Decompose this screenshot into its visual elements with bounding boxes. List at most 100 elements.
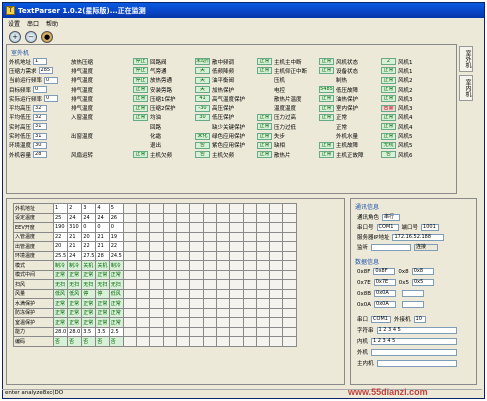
grid-cell[interactable]: 1 [52, 203, 69, 214]
grid-cell-empty[interactable] [162, 222, 178, 233]
grid-cell-empty[interactable] [282, 212, 297, 223]
grid-cell-empty[interactable] [122, 326, 138, 337]
grid-cell-empty[interactable] [269, 250, 284, 261]
grid-cell-empty[interactable] [122, 250, 138, 261]
grid-cell-empty[interactable] [242, 212, 257, 223]
grid-cell-empty[interactable] [202, 279, 217, 290]
grid-cell[interactable]: 正常 [95, 317, 110, 328]
param-value[interactable]: 285 [38, 67, 53, 75]
grid-cell-empty[interactable] [202, 288, 217, 299]
grid-cell-empty[interactable] [269, 269, 284, 280]
grid-cell[interactable]: 2.5 [108, 326, 124, 337]
grid-cell[interactable]: 25.5 [52, 250, 69, 261]
server-field[interactable]: 172.16.52.188 [392, 233, 445, 241]
param-value[interactable]: 31 [33, 123, 48, 131]
grid-cell[interactable]: 24 [67, 212, 83, 223]
grid-cell-empty[interactable] [229, 212, 244, 223]
grid-cell[interactable]: 正常 [95, 307, 110, 318]
grid-cell[interactable]: 无扫 [67, 279, 83, 290]
param-value[interactable]: 32 [33, 113, 48, 121]
grid-cell-empty[interactable] [269, 222, 284, 233]
grid-cell-empty[interactable] [242, 336, 257, 347]
grid-cell-empty[interactable] [242, 317, 257, 328]
grid-cell[interactable]: 正常 [67, 298, 83, 309]
grid-cell-empty[interactable] [176, 250, 191, 261]
grid-cell-empty[interactable] [122, 222, 138, 233]
grid-cell-empty[interactable] [122, 260, 138, 271]
grid-cell-empty[interactable] [215, 317, 231, 328]
grid-cell-empty[interactable] [189, 317, 204, 328]
grid-cell-empty[interactable] [242, 298, 257, 309]
grid-cell-empty[interactable] [269, 317, 284, 328]
grid-cell[interactable]: 0 [95, 222, 110, 233]
grid-cell-empty[interactable] [162, 279, 178, 290]
grid-cell-empty[interactable] [269, 231, 284, 242]
grid-cell[interactable]: 27.5 [81, 250, 97, 261]
register-field[interactable]: 0x7E [373, 279, 396, 286]
grid-cell-empty[interactable] [162, 250, 178, 261]
grid-cell[interactable]: 24 [81, 212, 97, 223]
zoom-in-icon[interactable]: + [9, 31, 21, 43]
grid-cell-empty[interactable] [282, 326, 297, 337]
grid-cell-empty[interactable] [136, 231, 151, 242]
grid-cell[interactable]: 21 [95, 231, 110, 242]
grid-cell[interactable]: 正常 [108, 307, 124, 318]
grid-cell[interactable]: 0 [81, 222, 97, 233]
grid-cell-empty[interactable] [149, 269, 164, 280]
register-field[interactable]: 0x5 [412, 279, 434, 286]
grid-cell-empty[interactable] [149, 317, 164, 328]
connect-button[interactable]: 连接 [414, 243, 439, 251]
grid-cell[interactable]: 22 [81, 241, 97, 252]
grid-cell[interactable]: 关机 [81, 260, 97, 271]
grid-cell[interactable]: 0 [108, 222, 124, 233]
grid-cell[interactable]: 否 [81, 336, 97, 347]
grid-cell-empty[interactable] [189, 326, 204, 337]
grid-cell-empty[interactable] [215, 260, 231, 271]
grid-cell-empty[interactable] [189, 336, 204, 347]
grid-cell-empty[interactable] [162, 260, 178, 271]
grid-cell-empty[interactable] [176, 269, 191, 280]
grid-cell-empty[interactable] [122, 212, 138, 223]
grid-cell-empty[interactable] [176, 326, 191, 337]
register-field[interactable] [402, 301, 425, 308]
grid-cell-empty[interactable] [215, 241, 231, 252]
grid-cell-empty[interactable] [269, 260, 284, 271]
register-field[interactable] [402, 290, 425, 297]
grid-cell-empty[interactable] [269, 288, 284, 299]
grid-cell-empty[interactable] [162, 317, 178, 328]
grid-cell[interactable]: 无扫 [81, 279, 97, 290]
port-no-field[interactable]: 1001 [421, 223, 440, 231]
grid-cell[interactable]: 正常 [95, 269, 110, 280]
grid-cell-empty[interactable] [136, 260, 151, 271]
grid-cell[interactable]: 正常 [52, 298, 69, 309]
grid-cell-empty[interactable] [149, 307, 164, 318]
grid-cell-empty[interactable] [215, 222, 231, 233]
grid-cell[interactable]: 正常 [67, 307, 83, 318]
grid-cell[interactable]: 停 [81, 288, 97, 299]
grid-cell-empty[interactable] [229, 317, 244, 328]
grid-cell-empty[interactable] [122, 231, 138, 242]
grid-cell-empty[interactable] [255, 288, 271, 299]
grid-cell[interactable]: 制冷 [67, 260, 83, 271]
grid-cell[interactable]: 否 [67, 336, 83, 347]
bytes-field[interactable]: 1 2 3 4 5 [376, 326, 457, 334]
grid-cell[interactable]: 停 [95, 288, 110, 299]
grid-cell-empty[interactable] [176, 317, 191, 328]
grid-cell-empty[interactable] [149, 288, 164, 299]
baud-field[interactable]: 10 [413, 315, 426, 323]
grid-cell-empty[interactable] [122, 298, 138, 309]
grid-cell[interactable]: 正常 [108, 298, 124, 309]
zoom-out-icon[interactable]: − [25, 31, 37, 43]
grid-cell-empty[interactable] [255, 298, 271, 309]
grid-cell-empty[interactable] [282, 241, 297, 252]
grid-cell[interactable]: 310 [67, 222, 83, 233]
grid-cell-empty[interactable] [282, 307, 297, 318]
grid-cell-empty[interactable] [215, 212, 231, 223]
grid-cell-empty[interactable] [282, 317, 297, 328]
grid-cell-empty[interactable] [189, 260, 204, 271]
grid-cell-empty[interactable] [176, 298, 191, 309]
grid-cell-empty[interactable] [282, 279, 297, 290]
grid-cell-empty[interactable] [282, 269, 297, 280]
grid-cell-empty[interactable] [215, 326, 231, 337]
grid-cell-empty[interactable] [136, 307, 151, 318]
